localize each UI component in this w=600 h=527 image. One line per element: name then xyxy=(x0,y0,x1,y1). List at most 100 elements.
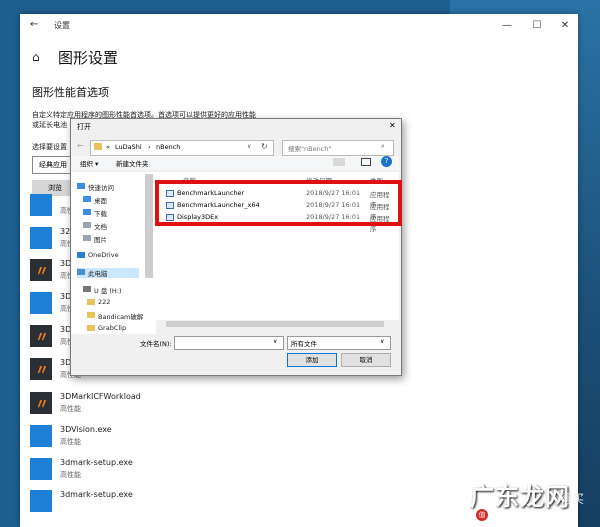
app-preference: 高性能 xyxy=(60,405,81,413)
dialog-toolbar: 组织 ▾ 新建文件夹 ? xyxy=(71,156,399,170)
breadcrumb-sep: « xyxy=(106,143,110,151)
dialog-title: 打开 xyxy=(77,123,91,131)
watermark-url: SMZDM.COM xyxy=(520,509,579,519)
nav-item-label: 此电脑 xyxy=(88,270,108,278)
app-icon xyxy=(30,458,52,480)
address-bar[interactable]: « LuDaShi › nBench ∨ ↻ xyxy=(90,140,274,156)
nav-item[interactable]: U 盘 (H:) xyxy=(83,285,122,295)
navigation-pane: 快速访问桌面下载文档图片 OneDrive 此电脑 U 盘 (H:) 222 Bandic… xyxy=(71,172,156,334)
app-name: 32 xyxy=(60,227,71,236)
app-list-item[interactable]: 3dmark-setup.exe 高性能 xyxy=(30,458,140,488)
watermark-logo-icon: 值 xyxy=(476,509,488,521)
desktop-icon xyxy=(83,196,91,202)
nav-item-label: Bandicam破解 xyxy=(98,313,144,321)
app-list-item[interactable]: 3DVision.exe 高性能 xyxy=(30,425,140,455)
address-dropdown-icon[interactable]: ∨ xyxy=(247,143,251,150)
organize-button[interactable]: 组织 ▾ xyxy=(80,158,98,168)
filename-input[interactable]: ∨ xyxy=(174,336,284,350)
new-folder-button[interactable]: 新建文件夹 xyxy=(116,158,149,168)
nav-item[interactable]: 文档 xyxy=(83,221,107,231)
document-icon xyxy=(83,222,91,228)
app-icon xyxy=(30,490,52,512)
cloud-icon xyxy=(77,252,85,258)
nav-item[interactable]: 快速访问 xyxy=(77,182,114,192)
nav-item-label: OneDrive xyxy=(88,251,119,259)
nav-item[interactable]: GrabClip xyxy=(87,324,126,332)
nav-item[interactable]: 此电脑 xyxy=(77,268,139,278)
back-arrow-icon[interactable]: ← xyxy=(30,19,38,30)
preview-pane-icon[interactable] xyxy=(361,158,371,166)
app-icon xyxy=(30,425,52,447)
window-title: 设置 xyxy=(54,21,70,30)
app-icon xyxy=(30,227,52,249)
app-preference: 高性能 xyxy=(60,471,81,479)
folder-icon xyxy=(87,312,95,318)
nav-item[interactable]: Bandicam破解 xyxy=(87,311,143,321)
app-icon xyxy=(30,194,52,216)
nav-scrollbar[interactable] xyxy=(145,174,153,278)
3dmark-icon: 〃 xyxy=(30,358,52,380)
maximize-icon[interactable]: ☐ xyxy=(530,19,544,33)
nav-item-label: 下载 xyxy=(94,210,107,218)
3dmark-icon: 〃 xyxy=(30,325,52,347)
nav-item-label: 图片 xyxy=(94,236,107,244)
app-icon xyxy=(30,292,52,314)
nav-item[interactable]: 222 xyxy=(87,298,110,306)
highlight-box xyxy=(155,180,402,226)
nav-item[interactable]: 下载 xyxy=(83,208,107,218)
watermark-extra: 得买 xyxy=(560,492,585,506)
nav-item-label: 快速访问 xyxy=(88,184,114,192)
select-value: 经典应用 xyxy=(39,161,67,169)
drive-icon xyxy=(83,286,91,292)
page-title: 图形设置 xyxy=(58,49,119,67)
folder-icon xyxy=(87,299,95,305)
view-options-icon[interactable] xyxy=(333,158,345,166)
horizontal-scrollbar-thumb[interactable] xyxy=(166,321,384,327)
nav-item-label: 222 xyxy=(98,298,111,306)
search-input[interactable]: 搜索"nBench" ⌕ xyxy=(282,140,394,156)
add-button[interactable]: 添加 xyxy=(287,353,337,367)
nav-item[interactable]: OneDrive xyxy=(77,251,119,259)
breadcrumb-nbench[interactable]: nBench xyxy=(156,143,180,151)
browse-label: 浏览 xyxy=(48,184,62,192)
nav-item-label: 文档 xyxy=(94,223,107,231)
nav-item-label: GrabClip xyxy=(98,324,127,332)
watermark-text: 广东龙网 xyxy=(470,483,570,511)
file-type-select[interactable]: 所有文件 ∨ xyxy=(287,336,391,350)
nav-item[interactable]: 桌面 xyxy=(83,195,107,205)
description-line-2: 或延长电池 xyxy=(32,121,67,129)
breadcrumb-ludashi[interactable]: LuDaShi xyxy=(115,143,142,151)
folder-icon xyxy=(87,325,95,331)
filename-dropdown-icon[interactable]: ∨ xyxy=(273,338,277,345)
search-icon: ⌕ xyxy=(381,142,385,150)
nav-item-label: U 盘 (H:) xyxy=(94,287,122,295)
3dmark-icon: 〃 xyxy=(30,392,52,414)
home-icon[interactable]: ⌂ xyxy=(32,50,40,64)
search-placeholder: 搜索"nBench" xyxy=(288,145,332,153)
star-icon xyxy=(77,183,85,189)
app-list-item[interactable]: 3dmark-setup.exe xyxy=(30,490,140,520)
app-name: 3DVision.exe xyxy=(60,425,112,434)
file-type-value: 所有文件 xyxy=(291,340,317,348)
back-nav-icon[interactable]: ← xyxy=(77,141,84,150)
nav-item-label: 桌面 xyxy=(94,197,107,205)
computer-icon xyxy=(77,269,85,275)
download-icon xyxy=(83,209,91,215)
refresh-icon[interactable]: ↻ xyxy=(261,142,268,151)
app-preference: 高性能 xyxy=(60,438,81,446)
filename-label: 文件名(N): xyxy=(140,340,172,348)
help-icon[interactable]: ? xyxy=(381,156,392,167)
cancel-button[interactable]: 取消 xyxy=(341,353,391,367)
file-type-dropdown-icon[interactable]: ∨ xyxy=(380,338,384,345)
app-list-item[interactable]: 〃 3DMarkICFWorkload 高性能 xyxy=(30,392,141,422)
app-name: 3dmark-setup.exe xyxy=(60,458,133,467)
close-icon[interactable]: ✕ xyxy=(558,19,572,33)
folder-icon xyxy=(94,143,102,150)
app-name: 3dmark-setup.exe xyxy=(60,490,133,499)
dialog-close-icon[interactable]: ✕ xyxy=(389,121,396,130)
picture-icon xyxy=(83,235,91,241)
horizontal-scrollbar-track[interactable] xyxy=(156,320,399,328)
app-name: 3DMarkICFWorkload xyxy=(60,392,141,401)
minimize-icon[interactable]: — xyxy=(500,19,514,33)
nav-item[interactable]: 图片 xyxy=(83,234,107,244)
